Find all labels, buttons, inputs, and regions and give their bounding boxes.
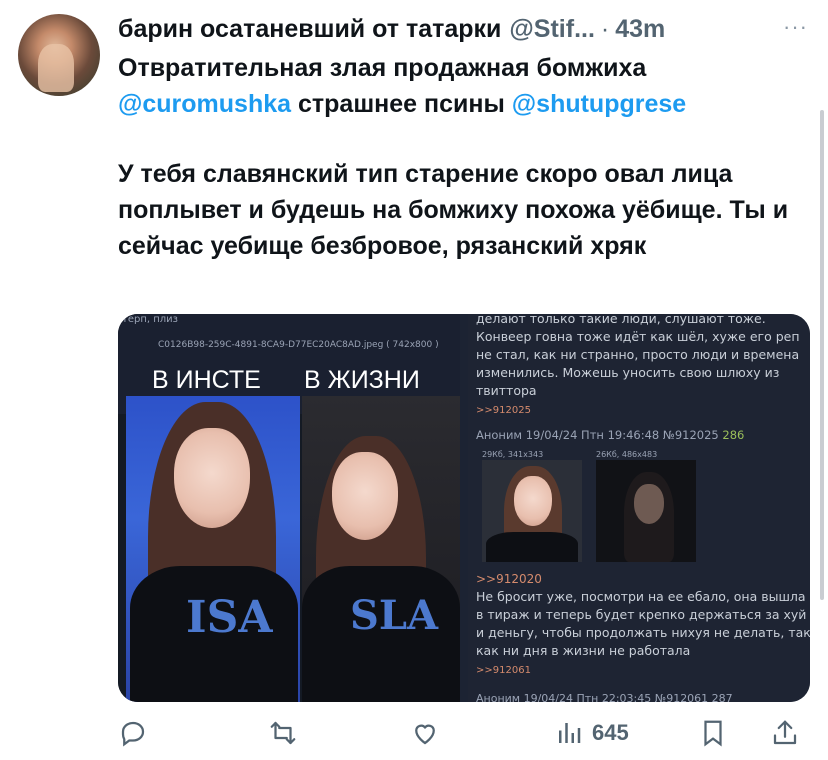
- views-button[interactable]: 645: [554, 718, 629, 748]
- tweet-line-2-text: страшнее псины: [291, 90, 512, 118]
- views-count: 645: [592, 720, 629, 745]
- heart-icon: [415, 724, 435, 745]
- more-options-icon[interactable]: ···: [783, 14, 808, 40]
- post-meta: Аноним 19/04/24 Птн 19:46:48 №912025: [476, 428, 719, 442]
- retweet-button[interactable]: [268, 718, 298, 748]
- share-icon: [773, 720, 797, 745]
- tweet-text: Отвратительная злая продажная бомжиха @c…: [118, 50, 798, 264]
- reply-button[interactable]: [118, 718, 148, 748]
- scrollbar[interactable]: [820, 110, 824, 600]
- bookmark-icon: [704, 720, 722, 747]
- bookmark-button[interactable]: [698, 718, 728, 748]
- tweet-actions: 645: [118, 718, 808, 754]
- forum-post-text: >>912020 Не бросит уже, посмотри на ее е…: [476, 570, 810, 680]
- separator-dot: ·: [600, 14, 610, 43]
- quote-link: >>912020: [476, 572, 542, 586]
- tweet-line-1: Отвратительная злая продажная бомжиха: [118, 54, 647, 82]
- retweet-icon: [270, 721, 296, 745]
- mention-link[interactable]: @curomushka: [118, 90, 291, 118]
- photo-real-life: SLA: [302, 396, 460, 702]
- label-in-insta: В ИНСТЕ: [152, 366, 261, 394]
- like-button[interactable]: [410, 718, 440, 748]
- share-button[interactable]: [770, 718, 800, 748]
- tweet-paragraph: У тебя славянский тип старение скоро ова…: [118, 160, 789, 260]
- image-filename: C0126B98-259C-4891-8CA9-D77EC20AC8AD.jpe…: [158, 340, 439, 350]
- tweet-line-2: @curomushka страшнее псины @shutupgrese: [118, 86, 798, 122]
- avatar[interactable]: [18, 14, 100, 96]
- thumbnail-photo: [596, 460, 696, 562]
- forum-text-1: делают только такие люди, слушают тоже. …: [476, 314, 800, 398]
- reply-icon: [121, 721, 145, 747]
- forum-post-text: делают только такие люди, слушают тоже. …: [476, 314, 806, 420]
- tweet-header: барин осатаневший от татарки @Stif... · …: [118, 12, 808, 46]
- label-in-life: В ЖИЗНИ: [304, 366, 420, 394]
- forum-post-header: Аноним 19/04/24 Птн 19:46:48 №912025 286: [476, 428, 744, 442]
- image-top-text: терп, плиз: [122, 314, 178, 325]
- forum-post-footer: Аноним 19/04/24 Птн 22:03:45 №912061 287: [476, 692, 733, 702]
- timestamp[interactable]: 43m: [615, 15, 665, 44]
- media-attachments: терп, плиз C0126B98-259C-4891-8CA9-D77EC…: [118, 314, 810, 702]
- thumb-caption-2: 26Кб, 486x483: [596, 450, 658, 459]
- post-counter: 286: [722, 428, 745, 442]
- author-name[interactable]: барин осатаневший от татарки: [118, 15, 501, 44]
- author-handle[interactable]: @Stif...: [509, 15, 595, 44]
- forum-text-2: Не бросит уже, посмотри на ее ебало, она…: [476, 589, 810, 658]
- mention-link[interactable]: @shutupgrese: [512, 90, 686, 118]
- media-image-right[interactable]: делают только такие люди, слушают тоже. …: [468, 314, 810, 702]
- reply-link: >>912025: [476, 405, 531, 416]
- reply-link: >>912061: [476, 665, 531, 676]
- bar-chart-icon: [559, 723, 581, 743]
- thumb-caption-1: 29Кб, 341x343: [482, 450, 544, 459]
- thumbnail-photo: [482, 460, 582, 562]
- photo-insta: ISA: [126, 396, 300, 702]
- media-image-left[interactable]: терп, плиз C0126B98-259C-4891-8CA9-D77EC…: [118, 314, 460, 702]
